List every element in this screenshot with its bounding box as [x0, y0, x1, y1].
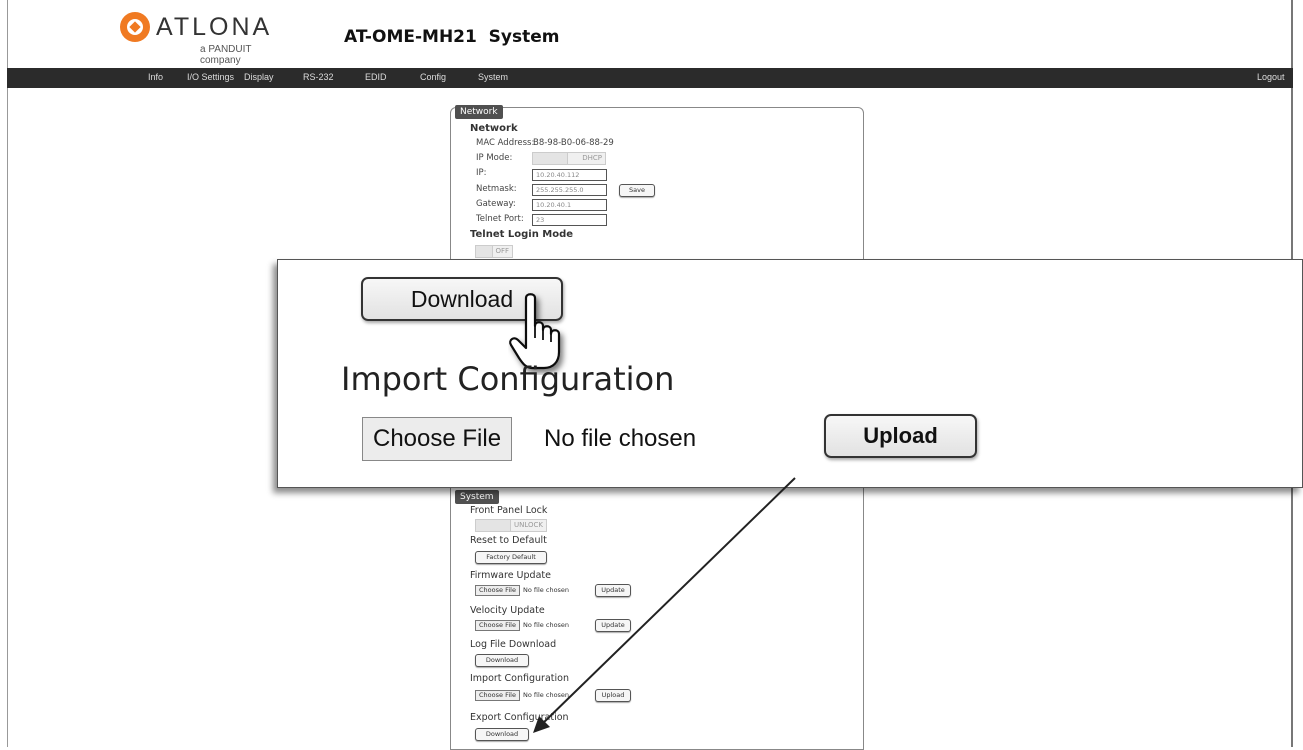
zoom-choose-file-button[interactable]: Choose File	[362, 417, 513, 461]
log-file-download-title: Log File Download	[470, 639, 557, 650]
toggle-knob	[476, 246, 493, 257]
ip-input[interactable]: 10.20.40.112	[532, 169, 607, 181]
main-nav: Info I/O Settings Display RS-232 EDID Co…	[7, 68, 1293, 88]
telnet-login-toggle[interactable]: OFF	[475, 245, 513, 258]
import-upload-button[interactable]: Upload	[595, 689, 631, 702]
network-section-title: Network	[470, 123, 518, 134]
reset-to-default-title: Reset to Default	[470, 535, 547, 546]
system-panel: System Front Panel Lock UNLOCK Reset to …	[450, 488, 864, 750]
front-panel-lock-toggle[interactable]: UNLOCK	[475, 519, 547, 532]
netmask-label: Netmask:	[476, 184, 517, 194]
atlona-logo-icon	[120, 12, 150, 42]
logo-subtext: a PANDUIT company	[200, 44, 252, 66]
nav-info[interactable]: Info	[148, 72, 163, 82]
velocity-update-title: Velocity Update	[470, 605, 545, 616]
logo-text: ATLONA	[156, 13, 273, 41]
telnet-port-label: Telnet Port:	[476, 214, 524, 224]
zoom-import-heading: Import Configuration	[341, 360, 675, 398]
export-download-button[interactable]: Download	[475, 728, 529, 741]
gateway-input[interactable]: 10.20.40.1	[532, 199, 607, 211]
netmask-input[interactable]: 255.255.255.0	[532, 184, 607, 196]
velocity-no-file-text: No file chosen	[523, 621, 570, 629]
system-panel-tab: System	[455, 490, 499, 504]
telnet-port-input[interactable]: 23	[532, 214, 607, 226]
zoom-upload-button[interactable]: Upload	[824, 414, 977, 458]
nav-config[interactable]: Config	[420, 72, 446, 82]
network-panel: Network Network MAC Address: B8-98-B0-06…	[450, 105, 864, 267]
nav-edid[interactable]: EDID	[365, 72, 387, 82]
ip-label: IP:	[476, 168, 487, 178]
import-no-file-text: No file chosen	[523, 691, 570, 699]
front-panel-lock-value: UNLOCK	[514, 521, 543, 529]
velocity-update-button[interactable]: Update	[595, 619, 631, 632]
zoom-no-file-text: No file chosen	[544, 425, 697, 452]
ip-mode-toggle[interactable]: DHCP	[532, 152, 606, 165]
ip-mode-value: DHCP	[582, 154, 602, 162]
nav-display[interactable]: Display	[244, 72, 274, 82]
save-button[interactable]: Save	[619, 184, 655, 197]
firmware-choose-file-button[interactable]: Choose File	[475, 585, 520, 596]
nav-io-settings[interactable]: I/O Settings	[187, 72, 234, 82]
page-header: ATLONA a PANDUIT company AT-OME-MH21 Sys…	[0, 0, 1303, 68]
page-title: AT-OME-MH21 System	[344, 27, 560, 47]
ip-mode-label: IP Mode:	[476, 153, 513, 163]
firmware-update-button[interactable]: Update	[595, 584, 631, 597]
atlona-logo: ATLONA a PANDUIT company	[120, 10, 285, 66]
factory-default-button[interactable]: Factory Default	[475, 551, 547, 564]
log-download-button[interactable]: Download	[475, 654, 529, 667]
toggle-knob	[533, 153, 568, 164]
network-panel-tab: Network	[455, 105, 503, 119]
telnet-login-value: OFF	[495, 247, 509, 255]
toggle-knob	[476, 520, 511, 531]
gateway-label: Gateway:	[476, 199, 516, 209]
mac-address-value: B8-98-B0-06-88-29	[533, 138, 614, 148]
import-choose-file-button[interactable]: Choose File	[475, 690, 520, 701]
velocity-choose-file-button[interactable]: Choose File	[475, 620, 520, 631]
telnet-login-mode-title: Telnet Login Mode	[470, 229, 574, 240]
mac-address-label: MAC Address:	[476, 138, 535, 148]
export-configuration-title: Export Configuration	[470, 712, 569, 723]
firmware-update-title: Firmware Update	[470, 570, 551, 581]
front-panel-lock-title: Front Panel Lock	[470, 505, 548, 516]
nav-rs232[interactable]: RS-232	[303, 72, 334, 82]
nav-system[interactable]: System	[478, 72, 508, 82]
nav-logout[interactable]: Logout	[1257, 72, 1285, 82]
import-configuration-title: Import Configuration	[470, 673, 569, 684]
firmware-no-file-text: No file chosen	[523, 586, 570, 594]
zoom-callout: Download Import Configuration Choose Fil…	[277, 259, 1303, 488]
